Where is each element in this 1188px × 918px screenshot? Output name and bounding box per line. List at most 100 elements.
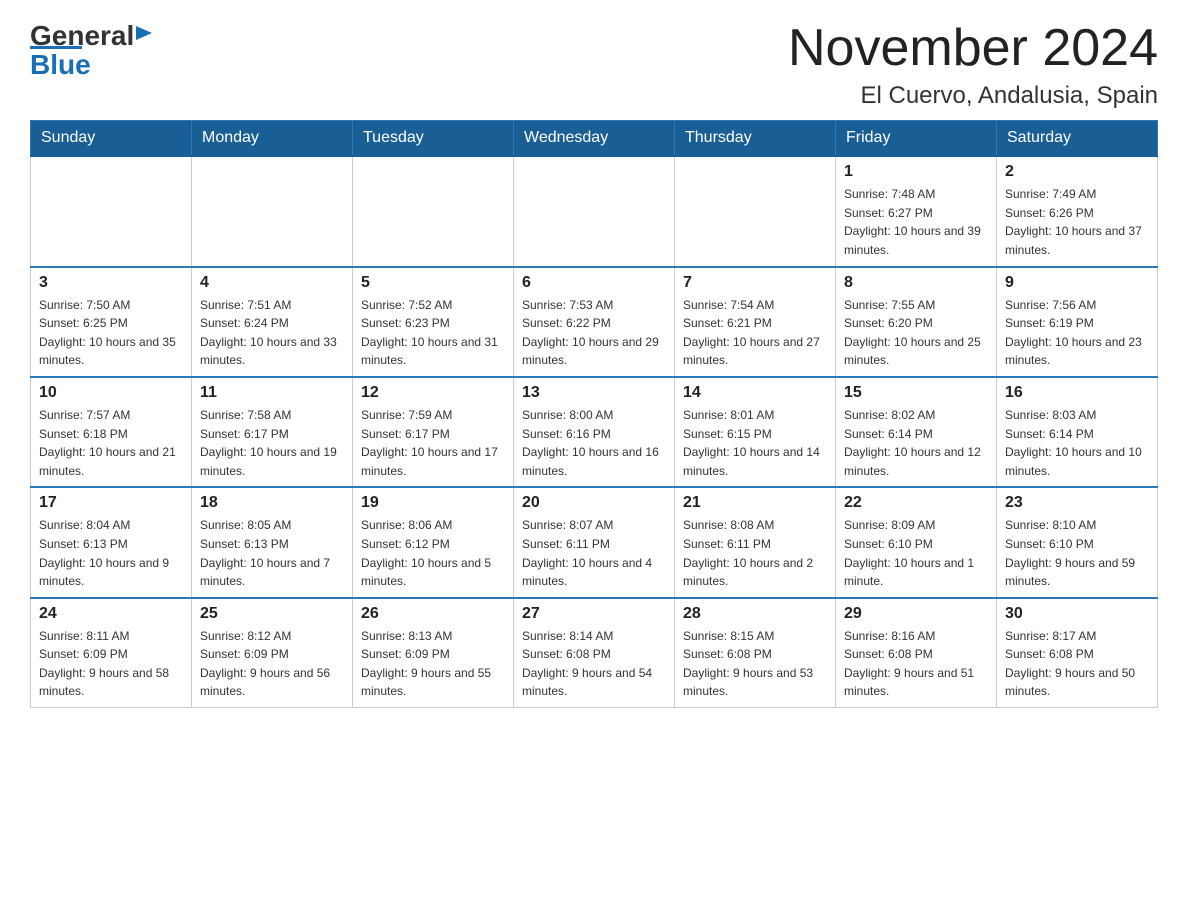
day-info: Sunrise: 7:57 AM Sunset: 6:18 PM Dayligh… [39,406,183,480]
day-info: Sunrise: 8:14 AM Sunset: 6:08 PM Dayligh… [522,627,666,701]
calendar-cell: 5Sunrise: 7:52 AM Sunset: 6:23 PM Daylig… [353,267,514,377]
logo-blue: Blue [30,49,91,80]
day-info: Sunrise: 8:09 AM Sunset: 6:10 PM Dayligh… [844,516,988,590]
day-info: Sunrise: 8:17 AM Sunset: 6:08 PM Dayligh… [1005,627,1149,701]
calendar-cell [514,156,675,266]
calendar-cell: 26Sunrise: 8:13 AM Sunset: 6:09 PM Dayli… [353,598,514,708]
day-number: 28 [683,605,827,623]
day-number: 6 [522,274,666,292]
calendar-header-sunday: Sunday [31,121,192,157]
calendar-cell: 8 Sunrise: 7:55 AM Sunset: 6:20 PM Daylig… [836,267,997,377]
calendar-header-friday: Friday [836,121,997,157]
day-number: 17 [39,494,183,512]
day-info: Sunrise: 8:08 AM Sunset: 6:11 PM Dayligh… [683,516,827,590]
day-info: Sunrise: 8:15 AM Sunset: 6:08 PM Dayligh… [683,627,827,701]
calendar-week-5: 24 Sunrise: 8:11 AM Sunset: 6:09 PM Dayli… [31,598,1158,708]
calendar-cell: 24 Sunrise: 8:11 AM Sunset: 6:09 PM Dayli… [31,598,192,708]
day-number: 10 [39,384,183,402]
calendar-header-tuesday: Tuesday [353,121,514,157]
day-number: 11 [200,384,344,402]
calendar-cell: 18 Sunrise: 8:05 AM Sunset: 6:13 PM Dayli… [192,487,353,597]
day-info: Sunrise: 7:59 AM Sunset: 6:17 PM Dayligh… [361,406,505,480]
day-info: Sunrise: 7:50 AM Sunset: 6:25 PM Dayligh… [39,296,183,370]
day-number: 27 [522,605,666,623]
day-info: Sunrise: 8:03 AM Sunset: 6:14 PM Dayligh… [1005,406,1149,480]
day-info: Sunrise: 8:05 AM Sunset: 6:13 PM Dayligh… [200,516,344,590]
calendar-header-thursday: Thursday [675,121,836,157]
day-number: 13 [522,384,666,402]
day-number: 15 [844,384,988,402]
day-info: Sunrise: 8:04 AM Sunset: 6:13 PM Dayligh… [39,516,183,590]
day-info: Sunrise: 7:51 AM Sunset: 6:24 PM Dayligh… [200,296,344,370]
calendar-cell: 14 Sunrise: 8:01 AM Sunset: 6:15 PM Dayli… [675,377,836,487]
day-number: 4 [200,274,344,292]
day-info: Sunrise: 8:13 AM Sunset: 6:09 PM Dayligh… [361,627,505,701]
calendar-cell: 21 Sunrise: 8:08 AM Sunset: 6:11 PM Dayli… [675,487,836,597]
day-number: 1 [844,163,988,181]
calendar-header-saturday: Saturday [997,121,1158,157]
calendar-cell: 23 Sunrise: 8:10 AM Sunset: 6:10 PM Dayli… [997,487,1158,597]
day-info: Sunrise: 8:11 AM Sunset: 6:09 PM Dayligh… [39,627,183,701]
calendar-cell: 25 Sunrise: 8:12 AM Sunset: 6:09 PM Dayli… [192,598,353,708]
calendar-cell: 4 Sunrise: 7:51 AM Sunset: 6:24 PM Daylig… [192,267,353,377]
day-number: 25 [200,605,344,623]
day-number: 29 [844,605,988,623]
calendar-cell [192,156,353,266]
day-number: 23 [1005,494,1149,512]
logo: General Blue [30,20,158,81]
calendar-week-2: 3 Sunrise: 7:50 AM Sunset: 6:25 PM Daylig… [31,267,1158,377]
logo-arrow-icon [136,22,158,44]
day-number: 30 [1005,605,1149,623]
day-info: Sunrise: 8:06 AM Sunset: 6:12 PM Dayligh… [361,516,505,590]
calendar-header-row: SundayMondayTuesdayWednesdayThursdayFrid… [31,121,1158,157]
day-number: 16 [1005,384,1149,402]
day-info: Sunrise: 7:55 AM Sunset: 6:20 PM Dayligh… [844,296,988,370]
calendar-cell: 17 Sunrise: 8:04 AM Sunset: 6:13 PM Dayli… [31,487,192,597]
calendar-header-monday: Monday [192,121,353,157]
calendar-week-1: 1Sunrise: 7:48 AM Sunset: 6:27 PM Daylig… [31,156,1158,266]
subtitle: El Cuervo, Andalusia, Spain [788,82,1158,110]
day-number: 3 [39,274,183,292]
calendar-cell: 30 Sunrise: 8:17 AM Sunset: 6:08 PM Dayli… [997,598,1158,708]
page-header: General Blue November 2024 El Cuervo, An… [30,20,1158,110]
day-info: Sunrise: 8:01 AM Sunset: 6:15 PM Dayligh… [683,406,827,480]
day-number: 9 [1005,274,1149,292]
title-block: November 2024 El Cuervo, Andalusia, Spai… [788,20,1158,110]
day-info: Sunrise: 7:58 AM Sunset: 6:17 PM Dayligh… [200,406,344,480]
day-number: 19 [361,494,505,512]
calendar-cell: 22Sunrise: 8:09 AM Sunset: 6:10 PM Dayli… [836,487,997,597]
day-number: 20 [522,494,666,512]
calendar-cell: 19 Sunrise: 8:06 AM Sunset: 6:12 PM Dayli… [353,487,514,597]
day-info: Sunrise: 8:12 AM Sunset: 6:09 PM Dayligh… [200,627,344,701]
calendar-week-4: 17 Sunrise: 8:04 AM Sunset: 6:13 PM Dayli… [31,487,1158,597]
main-title: November 2024 [788,20,1158,77]
day-number: 24 [39,605,183,623]
calendar-week-3: 10 Sunrise: 7:57 AM Sunset: 6:18 PM Dayli… [31,377,1158,487]
calendar-cell: 27 Sunrise: 8:14 AM Sunset: 6:08 PM Dayli… [514,598,675,708]
calendar-table: SundayMondayTuesdayWednesdayThursdayFrid… [30,120,1158,708]
calendar-cell [353,156,514,266]
calendar-cell: 3 Sunrise: 7:50 AM Sunset: 6:25 PM Daylig… [31,267,192,377]
calendar-cell: 2 Sunrise: 7:49 AM Sunset: 6:26 PM Daylig… [997,156,1158,266]
day-number: 2 [1005,163,1149,181]
calendar-cell: 10 Sunrise: 7:57 AM Sunset: 6:18 PM Dayli… [31,377,192,487]
calendar-cell: 11 Sunrise: 7:58 AM Sunset: 6:17 PM Dayli… [192,377,353,487]
calendar-cell: 20 Sunrise: 8:07 AM Sunset: 6:11 PM Dayli… [514,487,675,597]
day-info: Sunrise: 8:00 AM Sunset: 6:16 PM Dayligh… [522,406,666,480]
day-info: Sunrise: 8:07 AM Sunset: 6:11 PM Dayligh… [522,516,666,590]
calendar-cell [31,156,192,266]
day-number: 18 [200,494,344,512]
calendar-cell: 12 Sunrise: 7:59 AM Sunset: 6:17 PM Dayli… [353,377,514,487]
day-number: 21 [683,494,827,512]
day-info: Sunrise: 7:56 AM Sunset: 6:19 PM Dayligh… [1005,296,1149,370]
day-number: 8 [844,274,988,292]
calendar-cell: 29 Sunrise: 8:16 AM Sunset: 6:08 PM Dayli… [836,598,997,708]
day-number: 12 [361,384,505,402]
calendar-cell: 15Sunrise: 8:02 AM Sunset: 6:14 PM Dayli… [836,377,997,487]
day-info: Sunrise: 7:52 AM Sunset: 6:23 PM Dayligh… [361,296,505,370]
day-number: 14 [683,384,827,402]
day-info: Sunrise: 7:49 AM Sunset: 6:26 PM Dayligh… [1005,185,1149,259]
day-info: Sunrise: 8:16 AM Sunset: 6:08 PM Dayligh… [844,627,988,701]
day-info: Sunrise: 8:10 AM Sunset: 6:10 PM Dayligh… [1005,516,1149,590]
calendar-cell: 7Sunrise: 7:54 AM Sunset: 6:21 PM Daylig… [675,267,836,377]
